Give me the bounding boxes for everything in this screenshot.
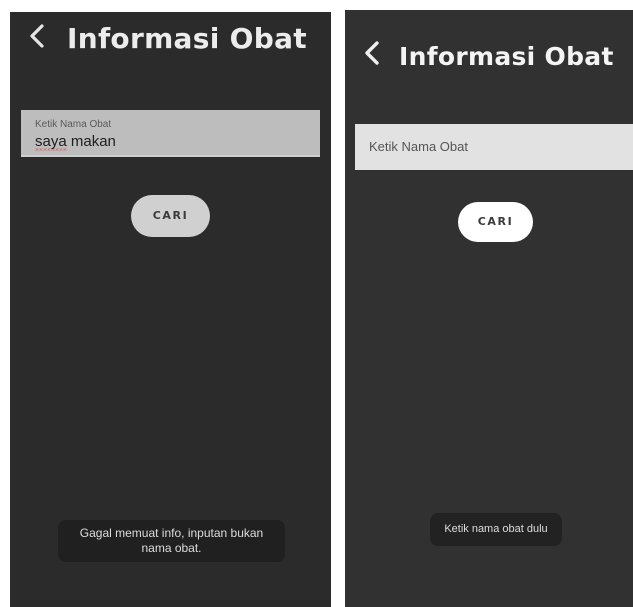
back-chevron-icon[interactable] xyxy=(363,40,381,66)
back-chevron-icon[interactable] xyxy=(28,24,46,48)
page-title: Informasi Obat xyxy=(399,42,614,71)
search-field-label: Ketik Nama Obat xyxy=(35,119,112,130)
page-title: Informasi Obat xyxy=(67,22,307,55)
medicine-search-field[interactable]: Ketik Nama Obat saya makan xyxy=(21,110,320,157)
search-field-value-rest: makan xyxy=(66,133,116,150)
search-field-value[interactable]: saya makan xyxy=(35,133,116,150)
search-button[interactable]: CARI xyxy=(131,195,210,237)
search-button[interactable]: CARI xyxy=(458,202,533,242)
info-toast: Ketik nama obat dulu xyxy=(430,513,562,546)
app-screen-left: Informasi Obat Ketik Nama Obat saya maka… xyxy=(10,12,331,607)
error-toast: Gagal memuat info, inputan bukan nama ob… xyxy=(58,520,285,562)
toast-message-line1: Gagal memuat info, inputan bukan xyxy=(79,526,264,540)
search-field-placeholder: Ketik Nama Obat xyxy=(369,139,468,154)
toast-message-line2: nama obat. xyxy=(141,541,202,555)
medicine-search-field[interactable]: Ketik Nama Obat xyxy=(355,124,633,170)
misspelled-word: saya xyxy=(35,133,67,153)
app-screen-right: Informasi Obat Ketik Nama Obat CARI Keti… xyxy=(345,10,633,607)
